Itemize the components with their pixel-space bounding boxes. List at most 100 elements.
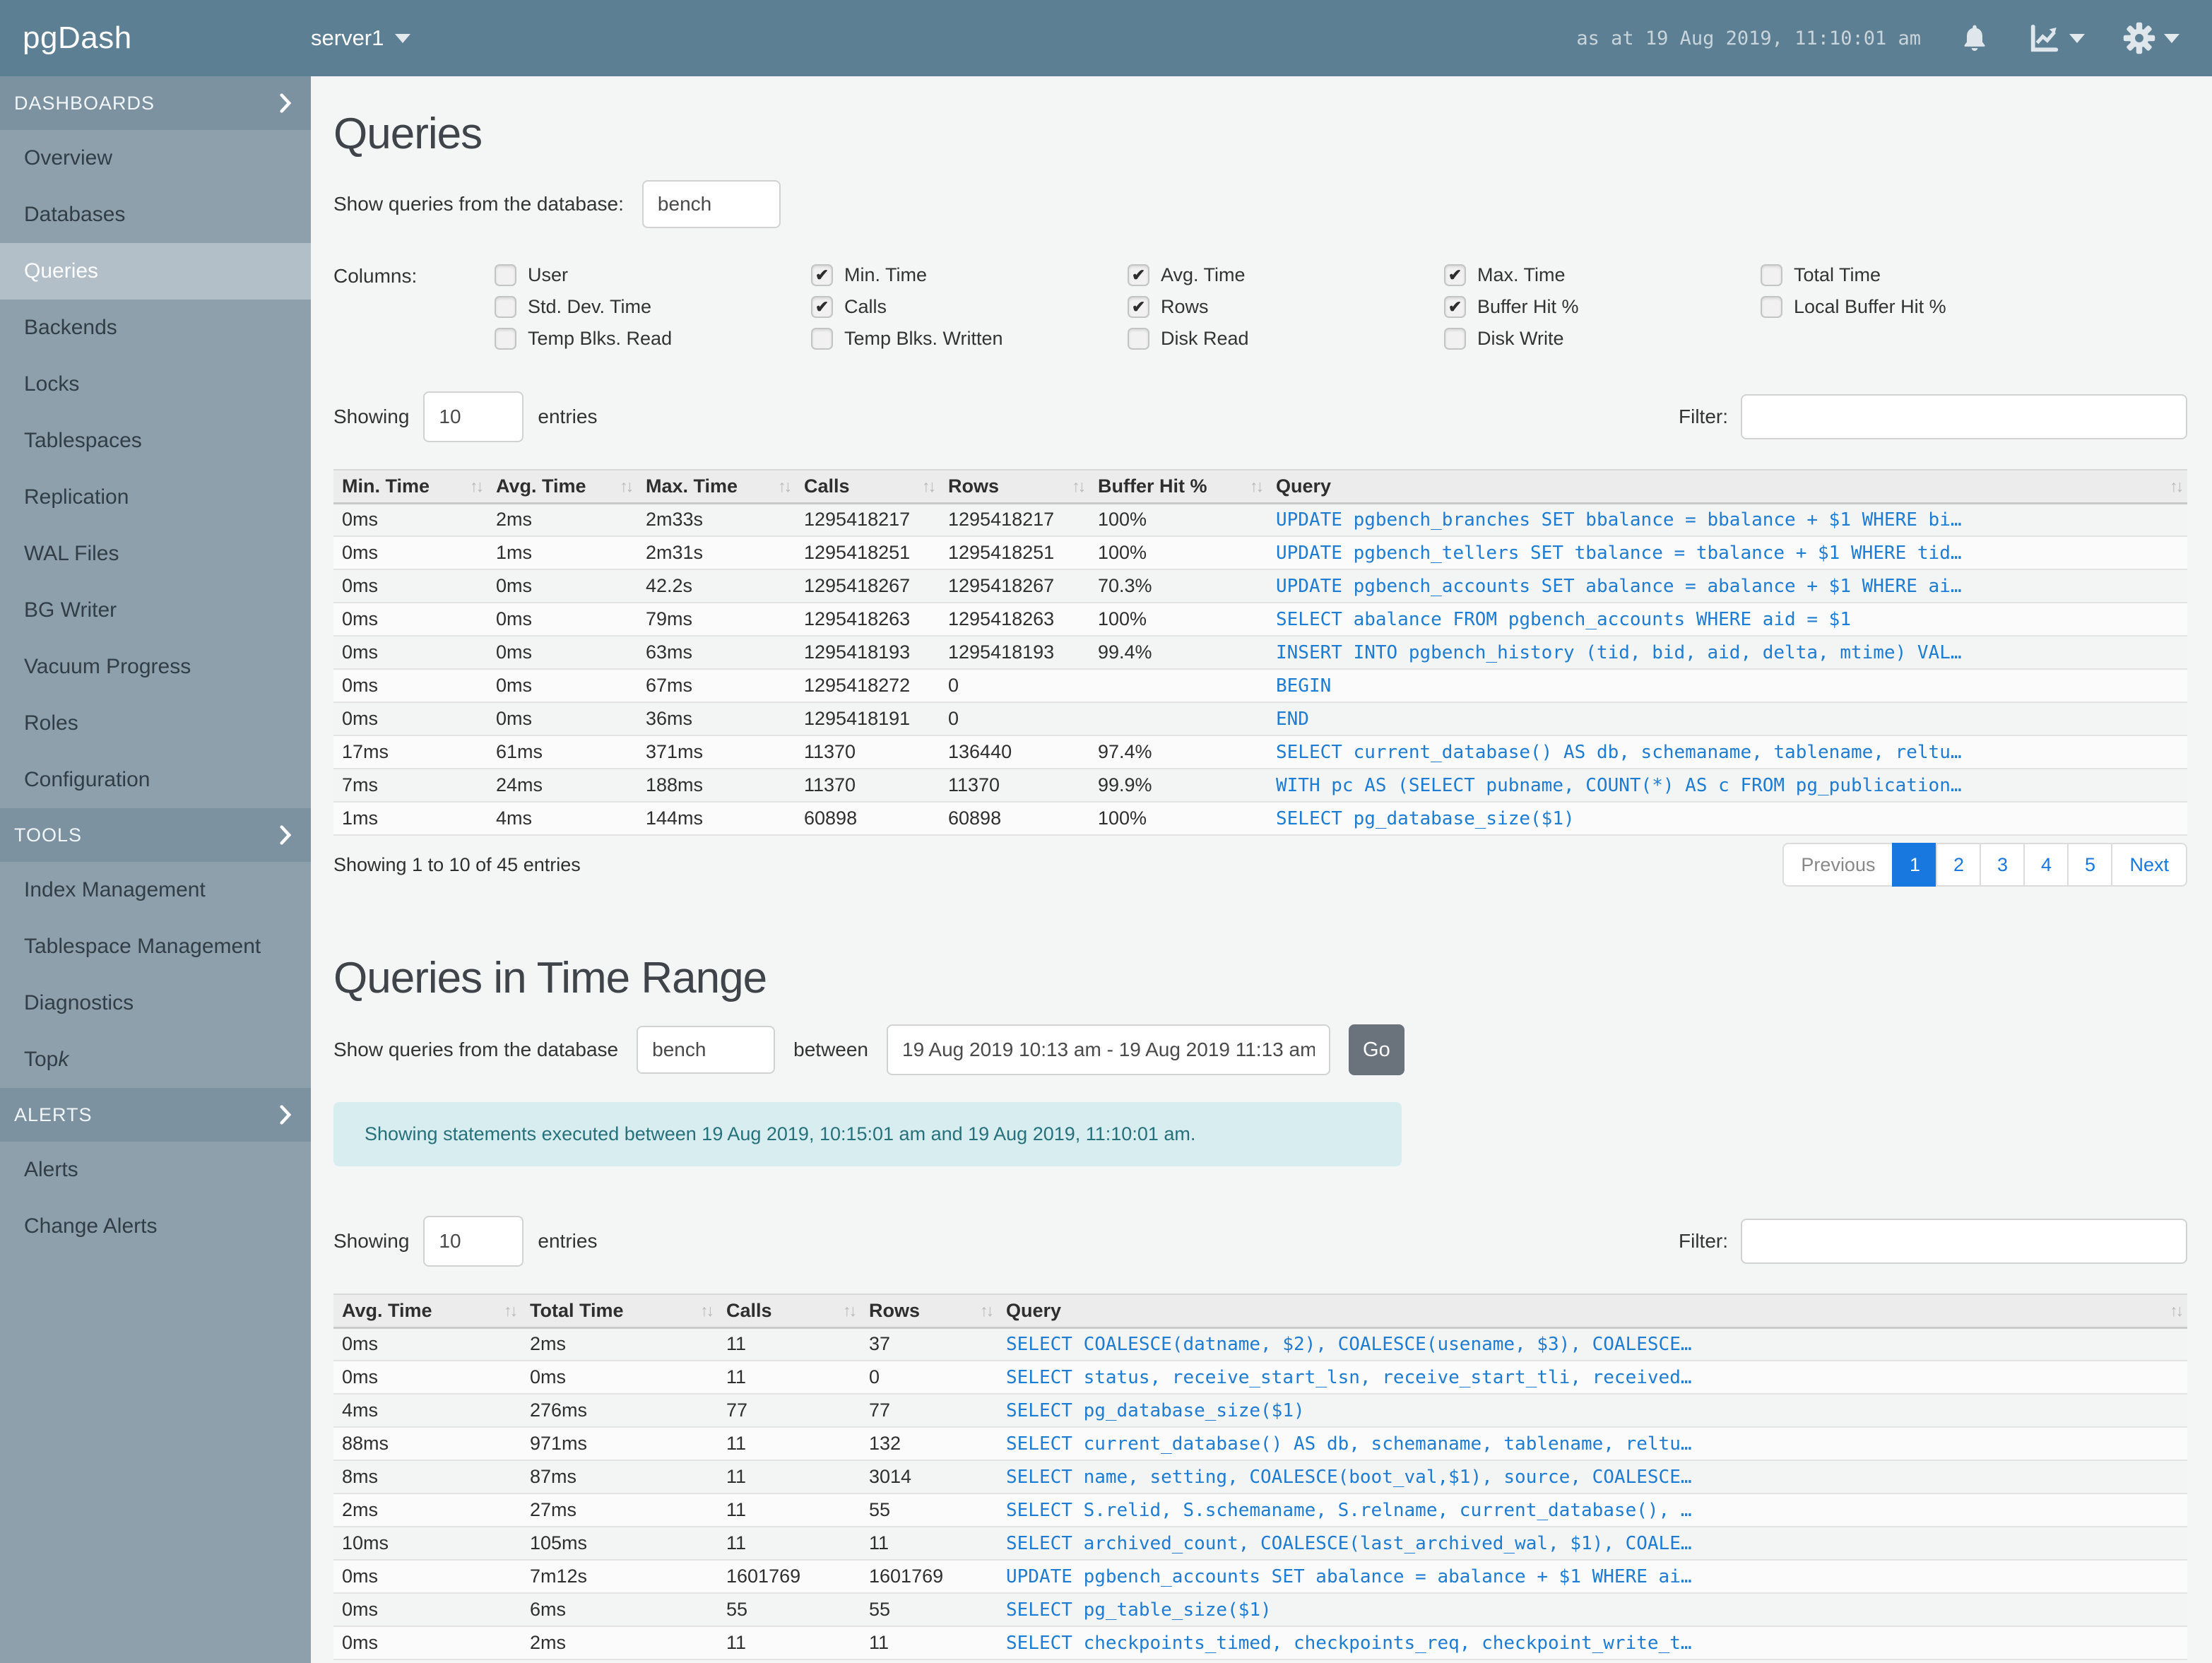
column-checkbox[interactable]: Avg. Time xyxy=(1128,259,1444,291)
query-link[interactable]: END xyxy=(1267,702,2187,736)
nav-item[interactable]: Overview xyxy=(0,130,311,187)
next-page-button[interactable]: Next xyxy=(2111,843,2187,887)
filter-input-2[interactable] xyxy=(1741,1219,2187,1264)
column-header[interactable]: Calls xyxy=(718,1294,860,1329)
nav-section-tools[interactable]: TOOLS xyxy=(0,808,311,862)
nav-item[interactable]: Tablespaces xyxy=(0,413,311,469)
cell-calls: 60898 xyxy=(796,802,940,836)
query-link[interactable]: SELECT pg_table_size($1) xyxy=(998,1593,2187,1627)
gear-icon xyxy=(2123,22,2155,54)
database-input[interactable] xyxy=(641,180,781,228)
notifications-button[interactable] xyxy=(1959,23,1990,54)
column-checkbox[interactable]: Temp Blks. Written xyxy=(811,323,1128,355)
query-link[interactable]: UPDATE pgbench_accounts SET abalance = a… xyxy=(1267,569,2187,603)
query-link[interactable]: SELECT archived_count, COALESCE(last_arc… xyxy=(998,1527,2187,1561)
nav-item[interactable]: Diagnostics xyxy=(0,975,311,1031)
column-header[interactable]: Avg. Time xyxy=(333,1294,521,1329)
query-link[interactable]: SELECT current_database() AS db, scheman… xyxy=(998,1427,2187,1461)
nav-item[interactable]: Locks xyxy=(0,356,311,413)
nav-item[interactable]: Change Alerts xyxy=(0,1198,311,1255)
column-checkbox[interactable]: Total Time xyxy=(1761,259,2077,291)
query-link[interactable]: UPDATE pgbench_tellers SET tbalance = tb… xyxy=(1267,536,2187,570)
column-checkbox[interactable]: Buffer Hit % xyxy=(1444,291,1761,323)
date-range-input[interactable] xyxy=(887,1024,1331,1075)
column-header[interactable]: Avg. Time xyxy=(487,469,637,504)
cell-max-time: 36ms xyxy=(637,702,796,736)
column-checkbox[interactable]: Local Buffer Hit % xyxy=(1761,291,2077,323)
column-checkbox[interactable]: Min. Time xyxy=(811,259,1128,291)
page-number-button[interactable]: 3 xyxy=(1980,843,2025,887)
column-header[interactable]: Min. Time xyxy=(333,469,487,504)
nav-item[interactable]: Roles xyxy=(0,695,311,752)
query-link[interactable]: WITH pc AS (SELECT pubname, COUNT(*) AS … xyxy=(1267,769,2187,803)
query-link[interactable]: SELECT pg_database_size($1) xyxy=(998,1394,2187,1428)
query-link[interactable]: UPDATE pgbench_branches SET bbalance = b… xyxy=(1267,503,2187,537)
query-link[interactable]: SELECT name, setting, COALESCE(boot_val,… xyxy=(998,1460,2187,1494)
page-number-button[interactable]: 4 xyxy=(2023,843,2069,887)
cell-total-time: 7m12s xyxy=(521,1560,718,1594)
nav-section-dashboards[interactable]: DASHBOARDS xyxy=(0,76,311,130)
nav-item[interactable]: WAL Files xyxy=(0,526,311,582)
nav-item[interactable]: Configuration xyxy=(0,752,311,808)
column-checkbox[interactable]: User xyxy=(495,259,811,291)
nav-item[interactable]: Vacuum Progress xyxy=(0,639,311,695)
cell-rows: 11370 xyxy=(940,769,1089,803)
time-range-table: Avg. Time Total Time Calls Rows xyxy=(333,1294,2187,1660)
query-link[interactable]: SELECT COALESCE(datname, $2), COALESCE(u… xyxy=(998,1327,2187,1361)
column-checkbox[interactable]: Calls xyxy=(811,291,1128,323)
cell-buffer-hit: 100% xyxy=(1089,536,1267,570)
column-checkbox[interactable]: Disk Write xyxy=(1444,323,1761,355)
column-header[interactable]: Total Time xyxy=(521,1294,718,1329)
cell-avg-time: 1ms xyxy=(487,536,637,570)
go-button[interactable]: Go xyxy=(1349,1024,1404,1075)
nav-item[interactable]: BG Writer xyxy=(0,582,311,639)
nav-item[interactable]: Index Management xyxy=(0,862,311,918)
query-link[interactable]: SELECT status, receive_start_lsn, receiv… xyxy=(998,1361,2187,1395)
entries-count-input-2[interactable] xyxy=(423,1216,524,1267)
queries-table: Min. Time Avg. Time Max. Time Calls xyxy=(333,469,2187,836)
query-link[interactable]: SELECT current_database() AS db, scheman… xyxy=(1267,735,2187,769)
column-header[interactable]: Query xyxy=(998,1294,2187,1329)
column-header[interactable]: Calls xyxy=(796,469,940,504)
column-checkbox[interactable]: Max. Time xyxy=(1444,259,1761,291)
column-checkbox[interactable]: Rows xyxy=(1128,291,1444,323)
cell-avg-time: 0ms xyxy=(333,1560,521,1594)
query-link[interactable]: BEGIN xyxy=(1267,669,2187,703)
entries-count-input[interactable] xyxy=(423,391,524,442)
table-row: 0ms 0ms 67ms 1295418272 0 BEGIN xyxy=(333,669,2187,703)
settings-menu-button[interactable] xyxy=(2123,22,2180,54)
query-link[interactable]: SELECT abalance FROM pgbench_accounts WH… xyxy=(1267,603,2187,637)
column-header[interactable]: Max. Time xyxy=(637,469,796,504)
nav-list-tools: Index Management Tablespace Management Dia… xyxy=(0,862,311,1088)
column-header[interactable]: Query xyxy=(1267,469,2187,504)
server-selector[interactable]: server1 xyxy=(311,25,411,51)
database-input-2[interactable] xyxy=(637,1026,776,1074)
page-number-button[interactable]: 1 xyxy=(1892,843,1938,887)
nav-item[interactable]: Queries xyxy=(0,243,311,300)
column-checkbox[interactable]: Temp Blks. Read xyxy=(495,323,811,355)
column-checkbox[interactable]: Disk Read xyxy=(1128,323,1444,355)
charts-menu-button[interactable] xyxy=(2028,22,2085,54)
nav-item[interactable]: Databases xyxy=(0,187,311,243)
column-header[interactable]: Rows xyxy=(940,469,1089,504)
query-link[interactable]: SELECT S.relid, S.schemaname, S.relname,… xyxy=(998,1493,2187,1527)
sort-icon xyxy=(1250,477,1262,496)
nav-item[interactable]: Tablespace Management xyxy=(0,918,311,975)
nav-section-alerts[interactable]: ALERTS xyxy=(0,1088,311,1142)
page-number-button[interactable]: 5 xyxy=(2067,843,2113,887)
query-link[interactable]: UPDATE pgbench_accounts SET abalance = a… xyxy=(998,1560,2187,1594)
column-header[interactable]: Buffer Hit % xyxy=(1089,469,1267,504)
nav-item[interactable]: Replication xyxy=(0,469,311,526)
page-number-button[interactable]: 2 xyxy=(1936,843,1982,887)
filter-input[interactable] xyxy=(1741,394,2187,439)
nav-item[interactable]: Backends xyxy=(0,300,311,356)
query-link[interactable]: SELECT pg_database_size($1) xyxy=(1267,802,2187,836)
column-header[interactable]: Rows xyxy=(860,1294,998,1329)
previous-page-button[interactable]: Previous xyxy=(1782,843,1894,887)
table-row: 8ms 87ms 11 3014 SELECT name, setting, C… xyxy=(333,1460,2187,1494)
nav-item[interactable]: Alerts xyxy=(0,1142,311,1198)
query-link[interactable]: INSERT INTO pgbench_history (tid, bid, a… xyxy=(1267,636,2187,670)
column-checkbox[interactable]: Std. Dev. Time xyxy=(495,291,811,323)
query-link[interactable]: SELECT checkpoints_timed, checkpoints_re… xyxy=(998,1626,2187,1660)
nav-item[interactable]: Top k xyxy=(0,1031,311,1088)
